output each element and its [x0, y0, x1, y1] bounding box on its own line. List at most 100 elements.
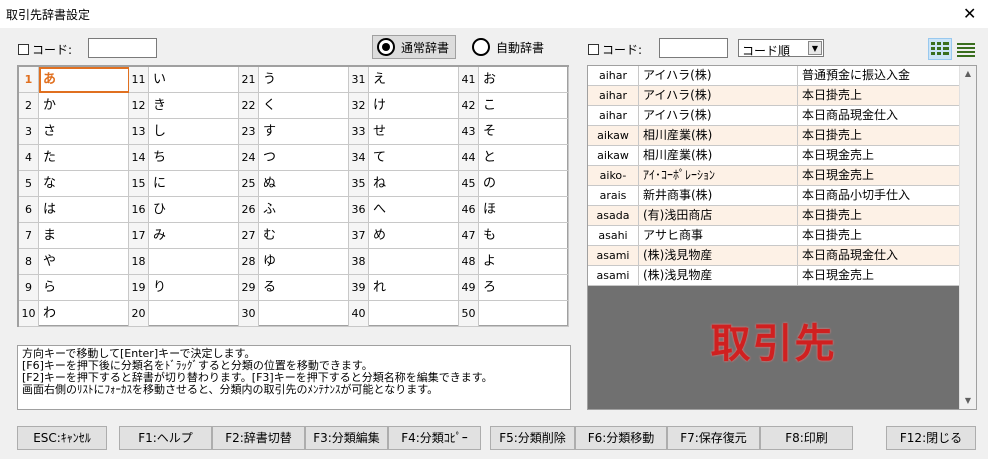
category-cell[interactable]: 26 ふ [239, 197, 349, 223]
category-cell[interactable]: 1あ [19, 67, 130, 93]
f7-save-restore-button[interactable]: F7:保存復元 [667, 426, 760, 450]
category-cell[interactable]: 5な [19, 171, 129, 197]
category-cell[interactable]: 24 つ [239, 145, 349, 171]
client-row[interactable]: asada (有)浅田商店 本日掛売上 [588, 206, 959, 226]
client-row[interactable]: aiko- ｱｲ･ｺｰﾎﾟﾚｰｼｮﾝ 本日現金売上 [588, 166, 959, 186]
f1-help-button[interactable]: F1:ヘルプ [119, 426, 212, 450]
category-cell[interactable]: 33 せ [349, 119, 459, 145]
client-row[interactable]: arais 新井商事(株) 本日商品小切手仕入 [588, 186, 959, 206]
category-cell[interactable]: 16 ひ [129, 197, 239, 223]
category-cell[interactable]: 39 れ [349, 275, 459, 301]
client-row[interactable]: asahi アサヒ商事 本日掛売上 [588, 226, 959, 246]
category-cell[interactable]: 43 そ [459, 119, 569, 145]
client-row[interactable]: asami (株)浅見物産 本日現金売上 [588, 266, 959, 286]
scroll-down-icon[interactable]: ▼ [960, 393, 976, 409]
category-cell[interactable]: 50 [459, 301, 569, 327]
category-cell[interactable]: 22 く [239, 93, 349, 119]
left-code-input[interactable] [88, 38, 157, 58]
category-cell[interactable]: 3さ [19, 119, 129, 145]
category-cell[interactable]: 6は [19, 197, 129, 223]
category-cell[interactable]: 48 よ [459, 249, 569, 275]
category-number: 23 [239, 119, 259, 144]
category-cell[interactable]: 7ま [19, 223, 129, 249]
client-memo: 普通預金に振込入金 [802, 68, 911, 82]
scroll-up-icon[interactable]: ▲ [960, 66, 976, 82]
close-icon[interactable]: ✕ [963, 4, 976, 23]
category-cell[interactable]: 40 [349, 301, 459, 327]
category-cell[interactable]: 2か [19, 93, 129, 119]
client-row[interactable]: asami (株)浅見物産 本日商品現金仕入 [588, 246, 959, 266]
category-cell[interactable]: 19 り [129, 275, 239, 301]
help-line: 画面右側のﾘｽﾄにﾌｫｰｶｽを移動させると、分類内の取引先のﾒﾝﾃﾅﾝｽが可能と… [22, 383, 439, 396]
category-cell[interactable]: 38 [349, 249, 459, 275]
category-cell[interactable]: 30 [239, 301, 349, 327]
category-number: 42 [459, 93, 479, 118]
client-code: asahi [588, 226, 639, 246]
client-row[interactable]: aikaw 相川産業(株) 本日現金売上 [588, 146, 959, 166]
f6-move-category-button[interactable]: F6:分類移動 [575, 426, 667, 450]
chevron-down-icon[interactable]: ▼ [808, 41, 822, 55]
category-number: 20 [129, 301, 149, 326]
right-code-label: コード: [602, 43, 643, 57]
category-cell[interactable]: 21 う [239, 67, 349, 93]
sort-select[interactable]: コード順 ▼ [738, 39, 824, 58]
category-cell[interactable]: 15 に [129, 171, 239, 197]
client-memo: 本日掛売上 [802, 208, 863, 222]
category-number: 4 [19, 145, 39, 170]
f12-close-button[interactable]: F12:閉じる [886, 426, 976, 450]
category-cell[interactable]: 9ら [19, 275, 129, 301]
category-cell[interactable]: 49 ろ [459, 275, 569, 301]
right-code-checkbox[interactable] [588, 44, 599, 55]
client-row[interactable]: aihar アイハラ(株) 本日商品現金仕入 [588, 106, 959, 126]
category-cell[interactable]: 27 む [239, 223, 349, 249]
radio-normal-dict[interactable]: 通常辞書 [372, 35, 457, 59]
category-cell[interactable]: 20 [129, 301, 239, 327]
category-cell[interactable]: 10 わ [19, 301, 129, 327]
category-number: 30 [239, 301, 259, 326]
client-row[interactable]: aihar アイハラ(株) 本日掛売上 [588, 86, 959, 106]
category-label: は [43, 202, 57, 217]
right-code-filter[interactable]: コード: [588, 41, 642, 58]
category-cell[interactable]: 13 し [129, 119, 239, 145]
category-cell[interactable]: 4た [19, 145, 129, 171]
client-list-scrollbar[interactable]: ▲ ▼ [959, 66, 976, 409]
client-code: aihar [588, 106, 639, 126]
category-cell[interactable]: 23 す [239, 119, 349, 145]
category-cell[interactable]: 29 る [239, 275, 349, 301]
category-cell[interactable]: 28 ゆ [239, 249, 349, 275]
category-cell[interactable]: 35 ね [349, 171, 459, 197]
f3-edit-category-button[interactable]: F3:分類編集 [305, 426, 388, 450]
category-cell[interactable]: 11 い [129, 67, 239, 93]
category-cell[interactable]: 37 め [349, 223, 459, 249]
grid-view-icon[interactable] [928, 38, 952, 60]
category-cell[interactable]: 25 ぬ [239, 171, 349, 197]
f4-copy-category-button[interactable]: F4:分類ｺﾋﾟｰ [388, 426, 481, 450]
category-cell[interactable]: 8や [19, 249, 129, 275]
category-cell[interactable]: 32 け [349, 93, 459, 119]
category-cell[interactable]: 45 の [459, 171, 569, 197]
category-cell[interactable]: 31 え [349, 67, 459, 93]
category-cell[interactable]: 12 き [129, 93, 239, 119]
f2-switch-dict-button[interactable]: F2:辞書切替 [212, 426, 305, 450]
category-cell[interactable]: 41 お [459, 67, 569, 93]
client-row[interactable]: aikaw 相川産業(株) 本日掛売上 [588, 126, 959, 146]
category-number: 8 [19, 249, 39, 274]
category-cell[interactable]: 17 み [129, 223, 239, 249]
left-code-filter[interactable]: コード: [18, 41, 72, 58]
category-cell[interactable]: 47 も [459, 223, 569, 249]
left-code-checkbox[interactable] [18, 44, 29, 55]
category-cell[interactable]: 46 ほ [459, 197, 569, 223]
right-code-input[interactable] [659, 38, 728, 58]
category-cell[interactable]: 14 ち [129, 145, 239, 171]
f8-print-button[interactable]: F8:印刷 [760, 426, 853, 450]
category-cell[interactable]: 34 て [349, 145, 459, 171]
radio-auto-dict[interactable]: 自動辞書 [472, 35, 544, 59]
f5-delete-category-button[interactable]: F5:分類削除 [490, 426, 575, 450]
category-cell[interactable]: 42 こ [459, 93, 569, 119]
category-cell[interactable]: 44 と [459, 145, 569, 171]
category-cell[interactable]: 36 へ [349, 197, 459, 223]
client-row[interactable]: aihar アイハラ(株) 普通預金に振込入金 [588, 66, 959, 86]
category-cell[interactable]: 18 [129, 249, 239, 275]
esc-cancel-button[interactable]: ESC:ｷｬﾝｾﾙ [17, 426, 107, 450]
list-view-icon[interactable] [954, 38, 978, 60]
